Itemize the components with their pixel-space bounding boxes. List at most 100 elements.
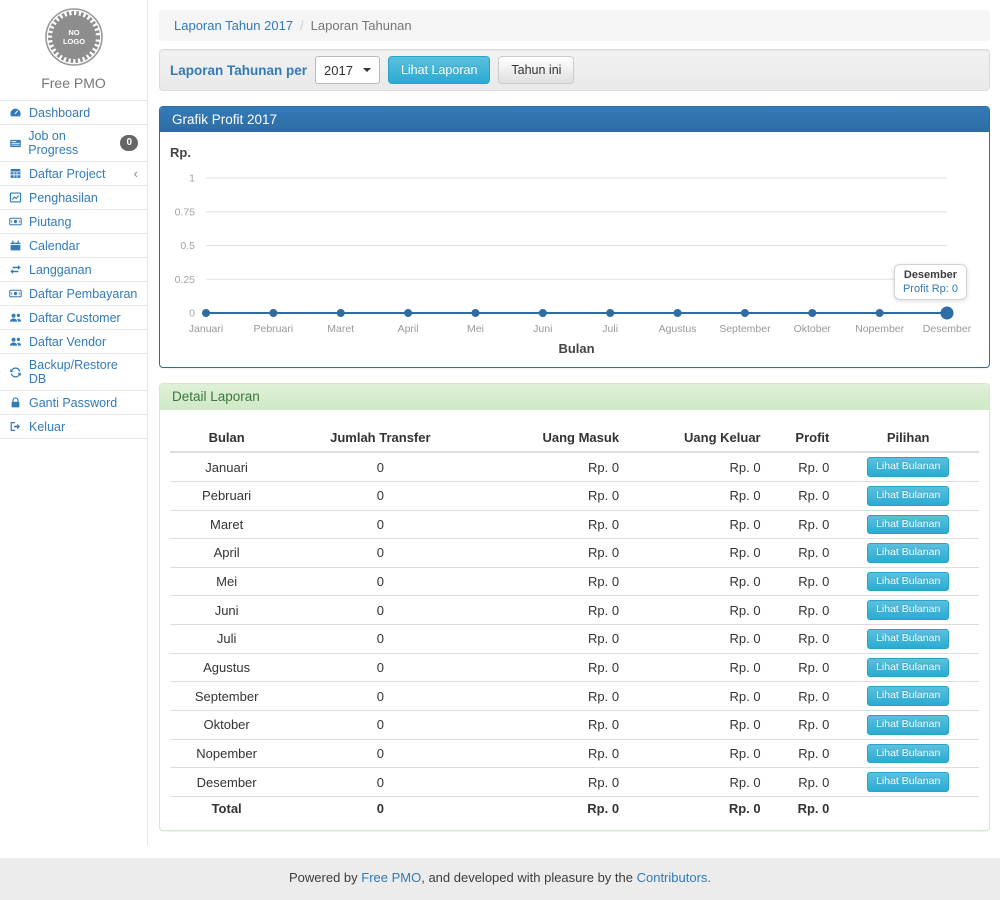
cell: Juni	[170, 596, 283, 625]
x-tick-label: Nopember	[855, 323, 905, 335]
cell: Rp. 0	[627, 539, 769, 568]
data-point-juni[interactable]	[539, 309, 547, 317]
sidebar-menu: DashboardJob on Progress0Daftar Project‹…	[0, 101, 147, 439]
breadcrumb: Laporan Tahun 2017 / Laporan Tahunan	[159, 10, 990, 41]
tahun-ini-button[interactable]: Tahun ini	[498, 56, 574, 84]
free-pmo-link[interactable]: Free PMO	[361, 870, 421, 885]
sidebar-item-label: Penghasilan	[29, 191, 98, 205]
footer-text-middle: , and developed with pleasure by the	[421, 870, 636, 885]
users-icon	[9, 311, 23, 324]
cell: 0	[283, 768, 477, 797]
cell: Maret	[170, 510, 283, 539]
calendar-icon	[9, 239, 23, 252]
cell: Rp. 0	[477, 625, 627, 654]
refresh-icon	[9, 366, 23, 379]
data-point-pebruari[interactable]	[269, 309, 277, 317]
data-point-mei[interactable]	[471, 309, 479, 317]
footer-text: Powered by	[289, 870, 361, 885]
chart-area: Rp.10.750.50.250JanuariPebruariMaretApri…	[160, 132, 989, 367]
cell: Rp. 0	[627, 625, 769, 654]
data-point-juli[interactable]	[606, 309, 614, 317]
lihat-bulanan-button[interactable]: Lihat Bulanan	[867, 572, 949, 592]
x-tick-label: Agustus	[659, 323, 697, 335]
lihat-bulanan-button[interactable]: Lihat Bulanan	[867, 486, 949, 506]
lihat-bulanan-button[interactable]: Lihat Bulanan	[867, 543, 949, 563]
cell: Rp. 0	[769, 711, 838, 740]
cell: Rp. 0	[627, 682, 769, 711]
page: NO LOGO Free PMO DashboardJob on Progres…	[0, 0, 1000, 846]
no-logo-seal-icon: NO LOGO	[44, 7, 104, 67]
sidebar-item-keluar[interactable]: Keluar	[0, 415, 147, 439]
cell: Rp. 0	[477, 653, 627, 682]
cell: Rp. 0	[627, 481, 769, 510]
brand[interactable]: NO LOGO Free PMO	[0, 0, 147, 101]
cell: Rp. 0	[477, 711, 627, 740]
y-tick-label: 0.25	[175, 274, 196, 286]
cell: 0	[283, 739, 477, 768]
sidebar-item-calendar[interactable]: Calendar	[0, 234, 147, 258]
table-row-september: September0Rp. 0Rp. 0Rp. 0Lihat Bulanan	[170, 682, 979, 711]
cell: Juli	[170, 625, 283, 654]
cell: Rp. 0	[627, 653, 769, 682]
data-point-maret[interactable]	[337, 309, 345, 317]
cell: Rp. 0	[627, 596, 769, 625]
lihat-bulanan-button[interactable]: Lihat Bulanan	[867, 515, 949, 535]
sidebar-item-penghasilan[interactable]: Penghasilan	[0, 186, 147, 210]
cell: Rp. 0	[769, 625, 838, 654]
lihat-bulanan-button[interactable]: Lihat Bulanan	[867, 600, 949, 620]
data-point-oktober[interactable]	[808, 309, 816, 317]
cell: 0	[283, 711, 477, 740]
contributors-link[interactable]: Contributors.	[637, 870, 711, 885]
sidebar-item-dashboard[interactable]: Dashboard	[0, 101, 147, 125]
newspaper-icon	[9, 137, 22, 150]
data-point-januari[interactable]	[202, 309, 210, 317]
year-select[interactable]: 2017	[315, 56, 380, 84]
sidebar-item-label: Backup/Restore DB	[29, 358, 138, 386]
sidebar-item-daftar-pembayaran[interactable]: Daftar Pembayaran	[0, 282, 147, 306]
sidebar-item-piutang[interactable]: Piutang	[0, 210, 147, 234]
lihat-bulanan-button[interactable]: Lihat Bulanan	[867, 715, 949, 735]
lihat-bulanan-button[interactable]: Lihat Bulanan	[867, 686, 949, 706]
cell: Nopember	[170, 739, 283, 768]
total-cell: Rp. 0	[627, 796, 769, 820]
sidebar-item-job-on-progress[interactable]: Job on Progress0	[0, 125, 147, 162]
sidebar-item-daftar-customer[interactable]: Daftar Customer	[0, 306, 147, 330]
lihat-laporan-button[interactable]: Lihat Laporan	[388, 56, 490, 84]
lihat-bulanan-button[interactable]: Lihat Bulanan	[867, 772, 949, 792]
svg-text:NO: NO	[68, 28, 79, 37]
dashboard-icon	[9, 106, 23, 119]
sidebar-item-backup-restore-db[interactable]: Backup/Restore DB	[0, 354, 147, 391]
data-point-september[interactable]	[741, 309, 749, 317]
cell: 0	[283, 481, 477, 510]
cell: Pebruari	[170, 481, 283, 510]
footer: Powered by Free PMO, and developed with …	[0, 858, 1000, 900]
lihat-bulanan-button[interactable]: Lihat Bulanan	[867, 658, 949, 678]
sidebar-item-daftar-project[interactable]: Daftar Project‹	[0, 162, 147, 186]
cell: 0	[283, 510, 477, 539]
table-row-juni: Juni0Rp. 0Rp. 0Rp. 0Lihat Bulanan	[170, 596, 979, 625]
data-point-nopember[interactable]	[876, 309, 884, 317]
sidebar-item-langganan[interactable]: Langganan	[0, 258, 147, 282]
data-point-desember[interactable]	[941, 307, 954, 320]
cell: Rp. 0	[477, 596, 627, 625]
lihat-bulanan-button[interactable]: Lihat Bulanan	[867, 744, 949, 764]
y-axis-label: Rp.	[170, 145, 191, 160]
sidebar-item-ganti-password[interactable]: Ganti Password	[0, 391, 147, 415]
cell: Rp. 0	[769, 653, 838, 682]
tooltip-value: Profit Rp: 0	[903, 283, 958, 295]
lihat-bulanan-button[interactable]: Lihat Bulanan	[867, 629, 949, 649]
cell: Oktober	[170, 711, 283, 740]
main-content: Laporan Tahun 2017 / Laporan Tahunan Lap…	[148, 0, 1000, 846]
cell: Rp. 0	[769, 481, 838, 510]
sidebar-item-label: Job on Progress	[28, 129, 114, 157]
x-tick-label: Maret	[327, 323, 354, 335]
breadcrumb-link[interactable]: Laporan Tahun 2017	[174, 18, 293, 33]
lihat-bulanan-button[interactable]: Lihat Bulanan	[867, 457, 949, 477]
data-point-agustus[interactable]	[674, 309, 682, 317]
data-point-april[interactable]	[404, 309, 412, 317]
svg-text:LOGO: LOGO	[62, 37, 84, 46]
y-tick-label: 0.75	[175, 207, 196, 219]
column-header-profit: Profit	[769, 424, 838, 452]
sidebar-item-label: Daftar Vendor	[29, 335, 106, 349]
sidebar-item-daftar-vendor[interactable]: Daftar Vendor	[0, 330, 147, 354]
